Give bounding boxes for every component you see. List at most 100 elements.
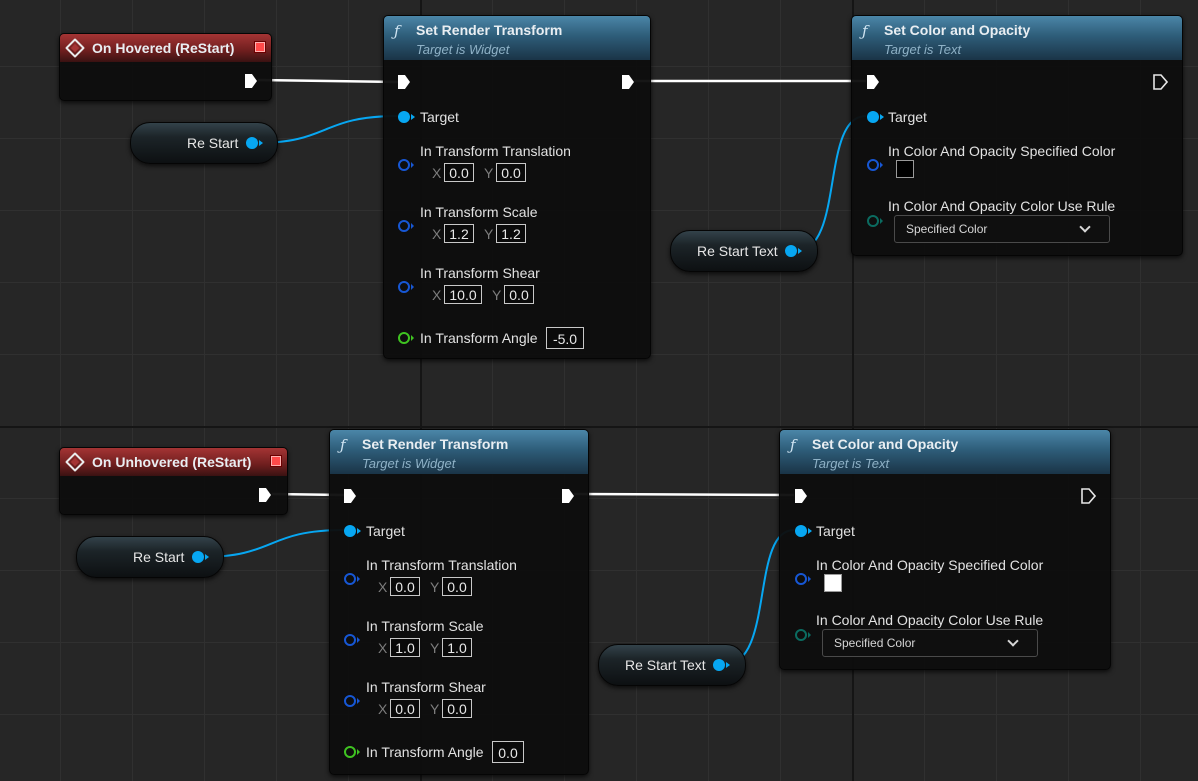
exec-in-pin[interactable]	[867, 75, 879, 89]
event-delegate-icon[interactable]	[271, 456, 281, 466]
translation-y-input[interactable]: 0.0	[496, 163, 526, 182]
node-subtitle: Target is Widget	[416, 42, 510, 57]
variable-label: Re Start	[187, 135, 239, 151]
exec-in-pin[interactable]	[344, 489, 356, 503]
function-icon: ƒ	[862, 22, 868, 40]
axis-x-label: X	[378, 701, 388, 717]
color-use-rule-dropdown[interactable]: Specified Color	[822, 629, 1038, 657]
exec-in-pin[interactable]	[795, 489, 807, 503]
event-icon	[65, 452, 85, 472]
exec-out-pin[interactable]	[259, 488, 271, 502]
chevron-down-icon	[1007, 635, 1019, 647]
target-pin[interactable]	[398, 111, 415, 123]
event-delegate-icon[interactable]	[255, 42, 265, 52]
exec-in-pin[interactable]	[398, 75, 410, 89]
set-color-and-opacity-node[interactable]: ƒ Set Color and Opacity Target is Text T…	[851, 15, 1183, 256]
color-use-rule-pin[interactable]	[867, 215, 883, 227]
variable-label: Re Start Text	[625, 657, 706, 673]
translation-x-input[interactable]: 0.0	[444, 163, 474, 182]
axis-y-label: Y	[484, 226, 494, 242]
node-title: Set Color and Opacity	[812, 436, 959, 452]
specified-color-label: In Color And Opacity Specified Color	[816, 557, 1044, 573]
node-title: Set Color and Opacity	[884, 22, 1031, 38]
angle-label: In Transform Angle	[420, 330, 538, 346]
angle-pin[interactable]	[398, 332, 414, 344]
shear-pin[interactable]	[344, 695, 360, 707]
exec-out-pin[interactable]	[622, 75, 634, 89]
specified-color-pin[interactable]	[795, 573, 811, 585]
chevron-down-icon	[1079, 221, 1091, 233]
shear-y-input[interactable]: 0.0	[504, 285, 534, 304]
translation-label: In Transform Translation	[366, 557, 517, 573]
scale-label: In Transform Scale	[366, 618, 484, 634]
axis-y-label: Y	[484, 165, 494, 181]
angle-input[interactable]: -5.0	[546, 327, 584, 349]
dropdown-value: Specified Color	[834, 636, 916, 650]
color-use-rule-dropdown[interactable]: Specified Color	[894, 215, 1110, 243]
scale-pin[interactable]	[344, 634, 360, 646]
variable-node-re-start[interactable]: Re Start	[76, 536, 224, 578]
event-title: On Hovered (ReStart)	[92, 40, 235, 56]
set-render-transform-node[interactable]: ƒ Set Render Transform Target is Widget …	[383, 15, 651, 359]
exec-out-pin-unconnected[interactable]	[1153, 74, 1168, 90]
scale-y-input[interactable]: 1.2	[496, 224, 526, 243]
object-out-pin[interactable]	[713, 659, 730, 671]
axis-y-label: Y	[430, 640, 440, 656]
axis-y-label: Y	[430, 701, 440, 717]
target-pin[interactable]	[344, 525, 361, 537]
shear-pin[interactable]	[398, 281, 414, 293]
scale-pin[interactable]	[398, 220, 414, 232]
variable-node-re-start[interactable]: Re Start	[130, 122, 278, 164]
axis-y-label: Y	[430, 579, 440, 595]
axis-x-label: X	[432, 226, 442, 242]
set-render-transform-node[interactable]: ƒ Set Render Transform Target is Widget …	[329, 429, 589, 775]
angle-pin[interactable]	[344, 746, 360, 758]
shear-label: In Transform Shear	[366, 679, 486, 695]
scale-x-input[interactable]: 1.2	[444, 224, 474, 243]
axis-x-label: X	[432, 165, 442, 181]
specified-color-label: In Color And Opacity Specified Color	[888, 143, 1116, 159]
scale-label: In Transform Scale	[420, 204, 538, 220]
exec-out-pin-unconnected[interactable]	[1081, 488, 1096, 504]
angle-input[interactable]: 0.0	[492, 741, 524, 763]
dropdown-value: Specified Color	[906, 222, 988, 236]
scale-x-input[interactable]: 1.0	[390, 638, 420, 657]
translation-x-input[interactable]: 0.0	[390, 577, 420, 596]
translation-y-input[interactable]: 0.0	[442, 577, 472, 596]
object-out-pin[interactable]	[192, 551, 209, 563]
shear-x-input[interactable]: 10.0	[444, 285, 482, 304]
axis-y-label: Y	[492, 287, 502, 303]
event-node-on-unhovered[interactable]: On Unhovered (ReStart)	[59, 447, 288, 515]
target-pin[interactable]	[795, 525, 812, 537]
function-icon: ƒ	[340, 436, 346, 454]
specified-color-pin[interactable]	[867, 159, 883, 171]
node-title: Set Render Transform	[362, 436, 509, 452]
node-subtitle: Target is Text	[884, 42, 962, 57]
color-use-rule-pin[interactable]	[795, 629, 811, 641]
object-out-pin[interactable]	[785, 245, 802, 257]
target-label: Target	[420, 109, 459, 125]
shear-label: In Transform Shear	[420, 265, 540, 281]
node-subtitle: Target is Widget	[362, 456, 456, 471]
exec-out-pin[interactable]	[562, 489, 574, 503]
exec-out-pin[interactable]	[245, 74, 257, 88]
translation-pin[interactable]	[398, 159, 414, 171]
variable-node-re-start-text[interactable]: Re Start Text	[670, 230, 818, 272]
scale-y-input[interactable]: 1.0	[442, 638, 472, 657]
target-pin[interactable]	[867, 111, 884, 123]
color-swatch[interactable]	[824, 574, 842, 592]
translation-label: In Transform Translation	[420, 143, 571, 159]
event-icon	[65, 38, 85, 58]
set-color-and-opacity-node[interactable]: ƒ Set Color and Opacity Target is Text T…	[779, 429, 1111, 670]
target-label: Target	[366, 523, 405, 539]
color-swatch[interactable]	[896, 160, 914, 178]
translation-pin[interactable]	[344, 573, 360, 585]
variable-node-re-start-text[interactable]: Re Start Text	[598, 644, 746, 686]
shear-x-input[interactable]: 0.0	[390, 699, 420, 718]
node-subtitle: Target is Text	[812, 456, 890, 471]
function-icon: ƒ	[394, 22, 400, 40]
object-out-pin[interactable]	[246, 137, 263, 149]
shear-y-input[interactable]: 0.0	[442, 699, 472, 718]
variable-label: Re Start	[133, 549, 185, 565]
event-node-on-hovered[interactable]: On Hovered (ReStart)	[59, 33, 272, 101]
